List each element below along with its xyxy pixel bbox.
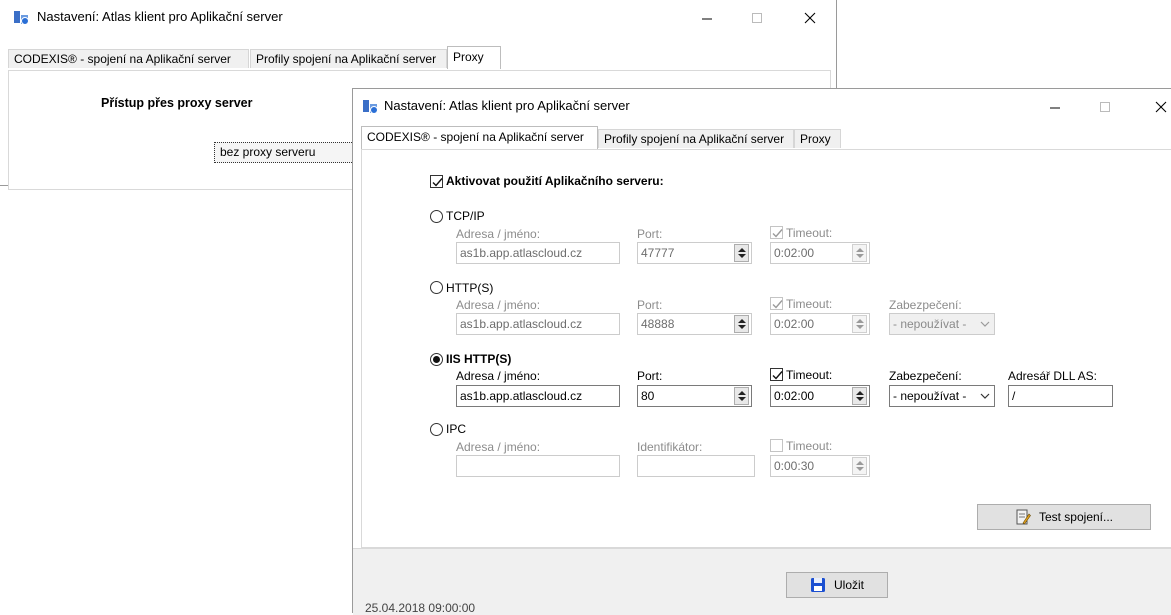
window-title: Nastavení: Atlas klient pro Aplikační se… [384, 98, 630, 113]
iis-timeout-checkbox[interactable] [770, 368, 783, 381]
checkmark-icon [432, 178, 443, 187]
chevron-down-icon [980, 321, 990, 327]
iis-dll-input[interactable]: / [1008, 385, 1113, 407]
tcpip-label: TCP/IP [446, 209, 485, 223]
proxy-mode-select[interactable]: bez proxy serveru [214, 142, 364, 163]
iis-address-input[interactable]: as1b.app.atlascloud.cz [456, 385, 620, 407]
maximize-button[interactable] [734, 4, 780, 32]
https-port-label: Port: [637, 298, 663, 312]
tab-codexis[interactable]: CODEXIS® - spojení na Aplikační server [361, 126, 598, 149]
ipc-id-label: Identifikátor: [637, 440, 703, 454]
edit-document-icon [1016, 509, 1031, 525]
test-connection-button[interactable]: Test spojení... [977, 504, 1151, 530]
iis-address-label: Adresa / jméno: [456, 369, 541, 383]
tcpip-radio[interactable] [430, 210, 443, 223]
save-button[interactable]: Uložit [786, 572, 888, 598]
front-window-titlebar: Nastavení: Atlas klient pro Aplikační se… [353, 89, 1171, 119]
https-address-input[interactable]: as1b.app.atlascloud.cz [456, 313, 620, 335]
app-icon [362, 98, 379, 115]
app-icon [13, 9, 30, 26]
tcpip-address-input[interactable]: as1b.app.atlascloud.cz [456, 242, 620, 264]
maximize-button[interactable] [1082, 93, 1128, 121]
close-button[interactable] [1138, 93, 1171, 121]
iis-security-select[interactable]: - nepoužívat - [889, 385, 995, 407]
activate-label: Aktivovat použití Aplikačního serveru: [446, 174, 664, 188]
close-icon [804, 12, 816, 24]
ipc-timeout-spinner[interactable] [852, 457, 867, 475]
checkmark-icon [772, 371, 783, 380]
iis-radio[interactable] [430, 353, 443, 366]
ipc-address-label: Adresa / jméno: [456, 440, 541, 454]
checkmark-icon [772, 300, 783, 309]
minimize-button[interactable] [684, 4, 730, 32]
tcpip-timeout-label: Timeout: [786, 226, 833, 240]
iis-port-label: Port: [637, 369, 663, 383]
ipc-label: IPC [446, 422, 467, 436]
maximize-icon [1100, 102, 1110, 112]
ipc-id-input[interactable] [637, 455, 755, 477]
tab-codexis[interactable]: CODEXIS® - spojení na Aplikační server [8, 49, 249, 68]
https-timeout-checkbox[interactable] [770, 297, 783, 310]
window-title: Nastavení: Atlas klient pro Aplikační se… [37, 9, 283, 24]
iis-security-label: Zabezpečení: [889, 369, 962, 383]
tab-profiles[interactable]: Profily spojení na Aplikační server [250, 49, 447, 68]
activate-checkbox[interactable] [430, 175, 443, 188]
https-radio[interactable] [430, 281, 443, 294]
connection-panel: Aktivovat použití Aplikačního serveru: T… [361, 149, 1171, 548]
close-button[interactable] [787, 4, 833, 32]
tcpip-port-spinner[interactable] [734, 244, 749, 262]
floppy-disk-icon [810, 578, 825, 592]
iis-timeout-spinner[interactable] [852, 387, 867, 405]
bottom-bar: Uložit 25.04.2018 09:00:00 [353, 548, 1171, 615]
tcpip-timeout-spinner[interactable] [852, 244, 867, 262]
tab-proxy[interactable]: Proxy [447, 46, 501, 69]
proxy-mode-value: bez proxy serveru [220, 145, 316, 159]
https-security-select[interactable]: - nepoužívat - [889, 313, 995, 335]
test-connection-label: Test spojení... [1038, 510, 1114, 524]
https-security-label: Zabezpečení: [889, 298, 962, 312]
iis-port-spinner[interactable] [734, 387, 749, 405]
ipc-address-input[interactable] [456, 455, 620, 477]
tcpip-address-label: Adresa / jméno: [456, 227, 541, 241]
minimize-icon [702, 18, 712, 20]
https-label: HTTP(S) [446, 281, 494, 295]
close-icon [1155, 101, 1167, 113]
ipc-radio[interactable] [430, 423, 443, 436]
tab-profiles[interactable]: Profily spojení na Aplikační server [598, 129, 794, 148]
https-port-spinner[interactable] [734, 315, 749, 333]
ipc-timeout-checkbox[interactable] [770, 439, 783, 452]
iis-label: IIS HTTP(S) [446, 352, 512, 366]
back-tab-strip: CODEXIS® - spojení na Aplikační server P… [0, 46, 836, 69]
tab-proxy[interactable]: Proxy [794, 129, 841, 148]
save-label: Uložit [833, 578, 864, 592]
tcpip-port-label: Port: [637, 227, 663, 241]
checkmark-icon [772, 229, 783, 238]
back-window-titlebar: Nastavení: Atlas klient pro Aplikační se… [0, 0, 836, 30]
front-window: Nastavení: Atlas klient pro Aplikační se… [352, 88, 1171, 615]
https-timeout-spinner[interactable] [852, 315, 867, 333]
tcpip-timeout-checkbox[interactable] [770, 226, 783, 239]
ipc-timeout-label: Timeout: [786, 439, 833, 453]
minimize-icon [1050, 107, 1060, 109]
front-tab-strip: CODEXIS® - spojení na Aplikační server P… [353, 126, 1171, 149]
iis-dll-label: Adresář DLL AS: [1008, 369, 1097, 383]
https-address-label: Adresa / jméno: [456, 298, 541, 312]
chevron-down-icon [980, 393, 990, 399]
maximize-icon [752, 13, 762, 23]
iis-timeout-label: Timeout: [786, 368, 833, 382]
minimize-button[interactable] [1032, 93, 1078, 121]
proxy-heading: Přístup přes proxy server [101, 96, 253, 110]
https-timeout-label: Timeout: [786, 297, 833, 311]
